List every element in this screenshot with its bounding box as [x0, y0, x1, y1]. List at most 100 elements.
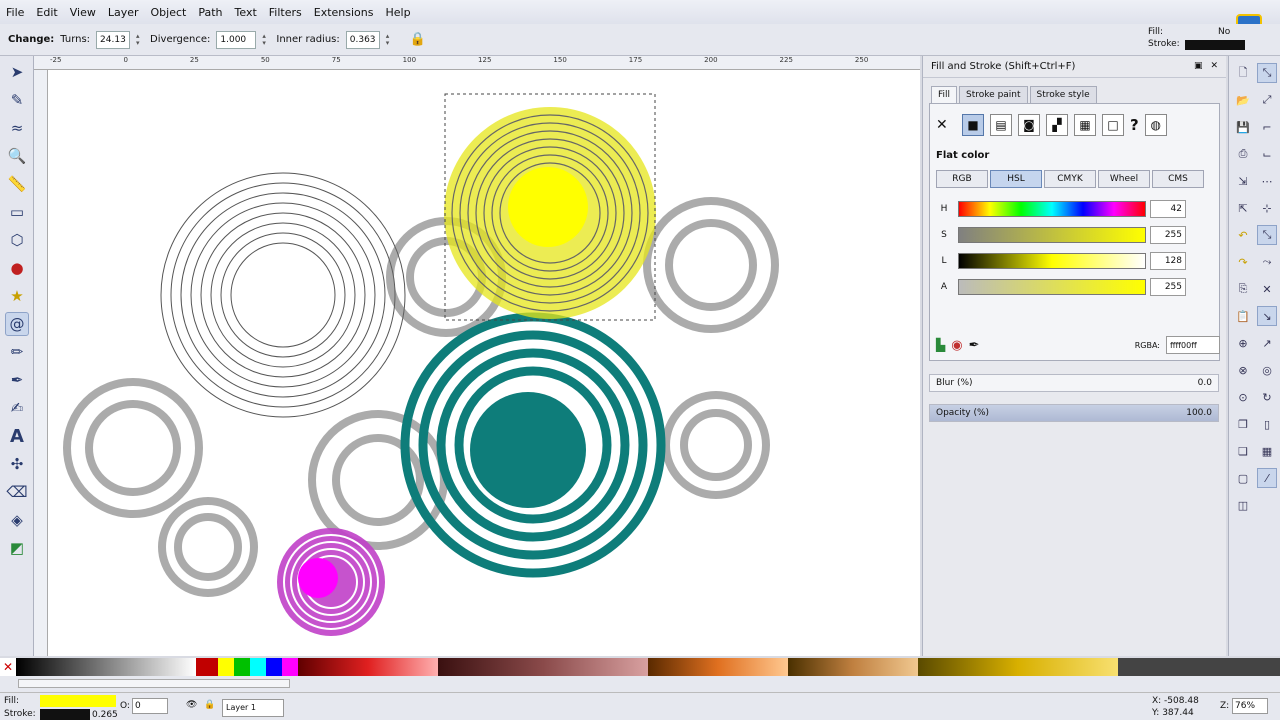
eye-icon[interactable]: 👁 [186, 700, 197, 710]
snap-toggle-icon[interactable]: ⤡ [1257, 63, 1277, 83]
snap-edges-icon[interactable]: ⌐ [1257, 117, 1277, 137]
alpha-value[interactable]: 255 [1150, 278, 1186, 296]
turns-input[interactable]: 24.13 [96, 30, 131, 49]
orange-shade-swatches[interactable] [648, 658, 788, 676]
spiral-teal[interactable] [400, 312, 666, 578]
spiral-magenta[interactable] [277, 528, 385, 636]
save-icon[interactable]: 💾 [1233, 117, 1253, 137]
import-icon[interactable]: ⇲ [1233, 171, 1253, 191]
mesh-gradient-button[interactable]: ▞ [1046, 114, 1068, 136]
swatch-red[interactable] [196, 658, 218, 676]
brown-shade-swatches[interactable] [438, 658, 648, 676]
divergence-input[interactable]: 1.000 [216, 30, 257, 49]
zoom-input[interactable]: 76% [1232, 698, 1268, 714]
opacity-row[interactable]: Opacity (%) 100.0 [929, 404, 1219, 422]
snap-corners-icon[interactable]: ⌙ [1257, 144, 1277, 164]
snap-intersections-icon[interactable]: ✕ [1257, 279, 1277, 299]
rectangle-tool-icon[interactable]: ▭ [5, 200, 29, 224]
snap-centers-icon[interactable]: ⊹ [1257, 198, 1277, 218]
panel-close-icon[interactable]: ✕ [1210, 61, 1218, 71]
menu-text[interactable]: Text [235, 6, 257, 19]
menu-path[interactable]: Path [198, 6, 222, 19]
blur-row[interactable]: Blur (%) 0.0 [929, 374, 1219, 392]
zoom-tool-icon[interactable]: 🔍 [5, 144, 29, 168]
spiral-tool-icon[interactable]: @ [5, 312, 29, 336]
lightness-value[interactable]: 128 [1150, 252, 1186, 270]
out-of-gamut-icon[interactable]: ◉ [951, 338, 962, 353]
snap-object-center-icon[interactable]: ◎ [1257, 360, 1277, 380]
spiral-yellow-selected[interactable] [444, 93, 656, 321]
tab-stroke-paint[interactable]: Stroke paint [959, 86, 1028, 103]
tweak-tool-icon[interactable]: ≈ [5, 116, 29, 140]
tab-fill[interactable]: Fill [931, 86, 958, 103]
inner-radius-spin-arrows[interactable]: ▴ ▾ [386, 32, 394, 47]
redo-icon[interactable]: ↷ [1233, 252, 1253, 272]
text-tool-icon[interactable]: A [5, 424, 29, 448]
inner-radius-input[interactable]: 0.363 [345, 30, 380, 49]
unset-paint-icon[interactable]: ? [1130, 116, 1139, 134]
snap-line-mid-icon[interactable]: ↗ [1257, 333, 1277, 353]
eraser-tool-icon[interactable]: ⌫ [5, 480, 29, 504]
tan-shade-swatches[interactable] [788, 658, 918, 676]
snap-bbox-icon[interactable]: ⤢ [1257, 90, 1277, 110]
spiral-large-outline[interactable] [160, 172, 406, 418]
menu-file[interactable]: File [6, 6, 24, 19]
menu-edit[interactable]: Edit [36, 6, 57, 19]
menu-object[interactable]: Object [151, 6, 187, 19]
no-color-swatch-icon[interactable]: ✕ [0, 658, 16, 676]
snap-page-icon[interactable]: ▯ [1257, 414, 1277, 434]
node-tool-icon[interactable]: ✎ [5, 88, 29, 112]
layer-dropdown[interactable]: Layer 1 [222, 699, 284, 717]
open-icon[interactable]: 📂 [1233, 90, 1253, 110]
selector-tool-icon[interactable]: ➤ [5, 60, 29, 84]
group-icon[interactable]: ▢ [1233, 468, 1253, 488]
swatch-green[interactable] [234, 658, 250, 676]
rgba-input[interactable]: ffff00ff [1166, 336, 1220, 354]
paste-icon[interactable]: 📋 [1233, 306, 1253, 326]
pencil-tool-icon[interactable]: ✏ [5, 340, 29, 364]
swatch-magenta[interactable] [282, 658, 298, 676]
radial-gradient-button[interactable]: ◙ [1018, 114, 1040, 136]
snap-midpoints-icon[interactable]: ⋯ [1257, 171, 1277, 191]
tab-stroke-style[interactable]: Stroke style [1029, 86, 1097, 103]
zoom-page-icon[interactable]: ⊙ [1233, 387, 1253, 407]
red-shade-swatches[interactable] [298, 658, 438, 676]
panel-restore-icon[interactable]: ▣ [1194, 61, 1203, 71]
calligraphy-tool-icon[interactable]: ✍ [5, 396, 29, 420]
mode-cms[interactable]: CMS [1152, 170, 1204, 188]
horizontal-scrollbar[interactable] [18, 679, 290, 688]
lock-icon[interactable]: 🔒 [410, 32, 426, 47]
linear-gradient-button[interactable]: ▤ [990, 114, 1012, 136]
snap-smooth-icon[interactable]: ↘ [1257, 306, 1277, 326]
divergence-spin-arrows[interactable]: ▴ ▾ [262, 32, 270, 47]
3d-box-tool-icon[interactable]: ⬡ [5, 228, 29, 252]
turns-spin-arrows[interactable]: ▴ ▾ [136, 32, 144, 47]
spiral-gray-left[interactable] [63, 378, 203, 518]
swatch-yellow[interactable] [218, 658, 234, 676]
xml-editor-icon[interactable]: ◫ [1233, 495, 1253, 515]
snap-nodes-icon[interactable]: ⤡ [1257, 225, 1277, 245]
snap-paths-icon[interactable]: ⤳ [1257, 252, 1277, 272]
measure-tool-icon[interactable]: 📏 [5, 172, 29, 196]
swatch-button[interactable]: □ [1102, 114, 1124, 136]
no-paint-icon[interactable]: ✕ [936, 117, 956, 133]
saturation-value[interactable]: 255 [1150, 226, 1186, 244]
gradient-tool-icon[interactable]: ◩ [5, 536, 29, 560]
swatch-blue[interactable] [266, 658, 282, 676]
status-fill-swatch[interactable] [40, 695, 116, 707]
hue-slider[interactable] [958, 201, 1146, 217]
paint-bucket-tool-icon[interactable]: ◈ [5, 508, 29, 532]
fill-rule-button[interactable]: ◍ [1144, 114, 1167, 136]
star-tool-icon[interactable]: ★ [5, 284, 29, 308]
pen-tool-icon[interactable]: ✒ [5, 368, 29, 392]
eyedropper-icon[interactable]: ✒ [969, 338, 980, 353]
flat-color-button[interactable]: ■ [962, 114, 984, 136]
lock-layer-icon[interactable]: 🔒 [204, 700, 215, 710]
menu-layer[interactable]: Layer [108, 6, 139, 19]
duplicate-icon[interactable]: ❐ [1233, 414, 1253, 434]
spray-tool-icon[interactable]: ✣ [5, 452, 29, 476]
grayscale-swatches[interactable] [16, 658, 196, 676]
zoom-drawing-icon[interactable]: ⊗ [1233, 360, 1253, 380]
clone-icon[interactable]: ❏ [1233, 441, 1253, 461]
snap-grid-icon[interactable]: ▦ [1257, 441, 1277, 461]
